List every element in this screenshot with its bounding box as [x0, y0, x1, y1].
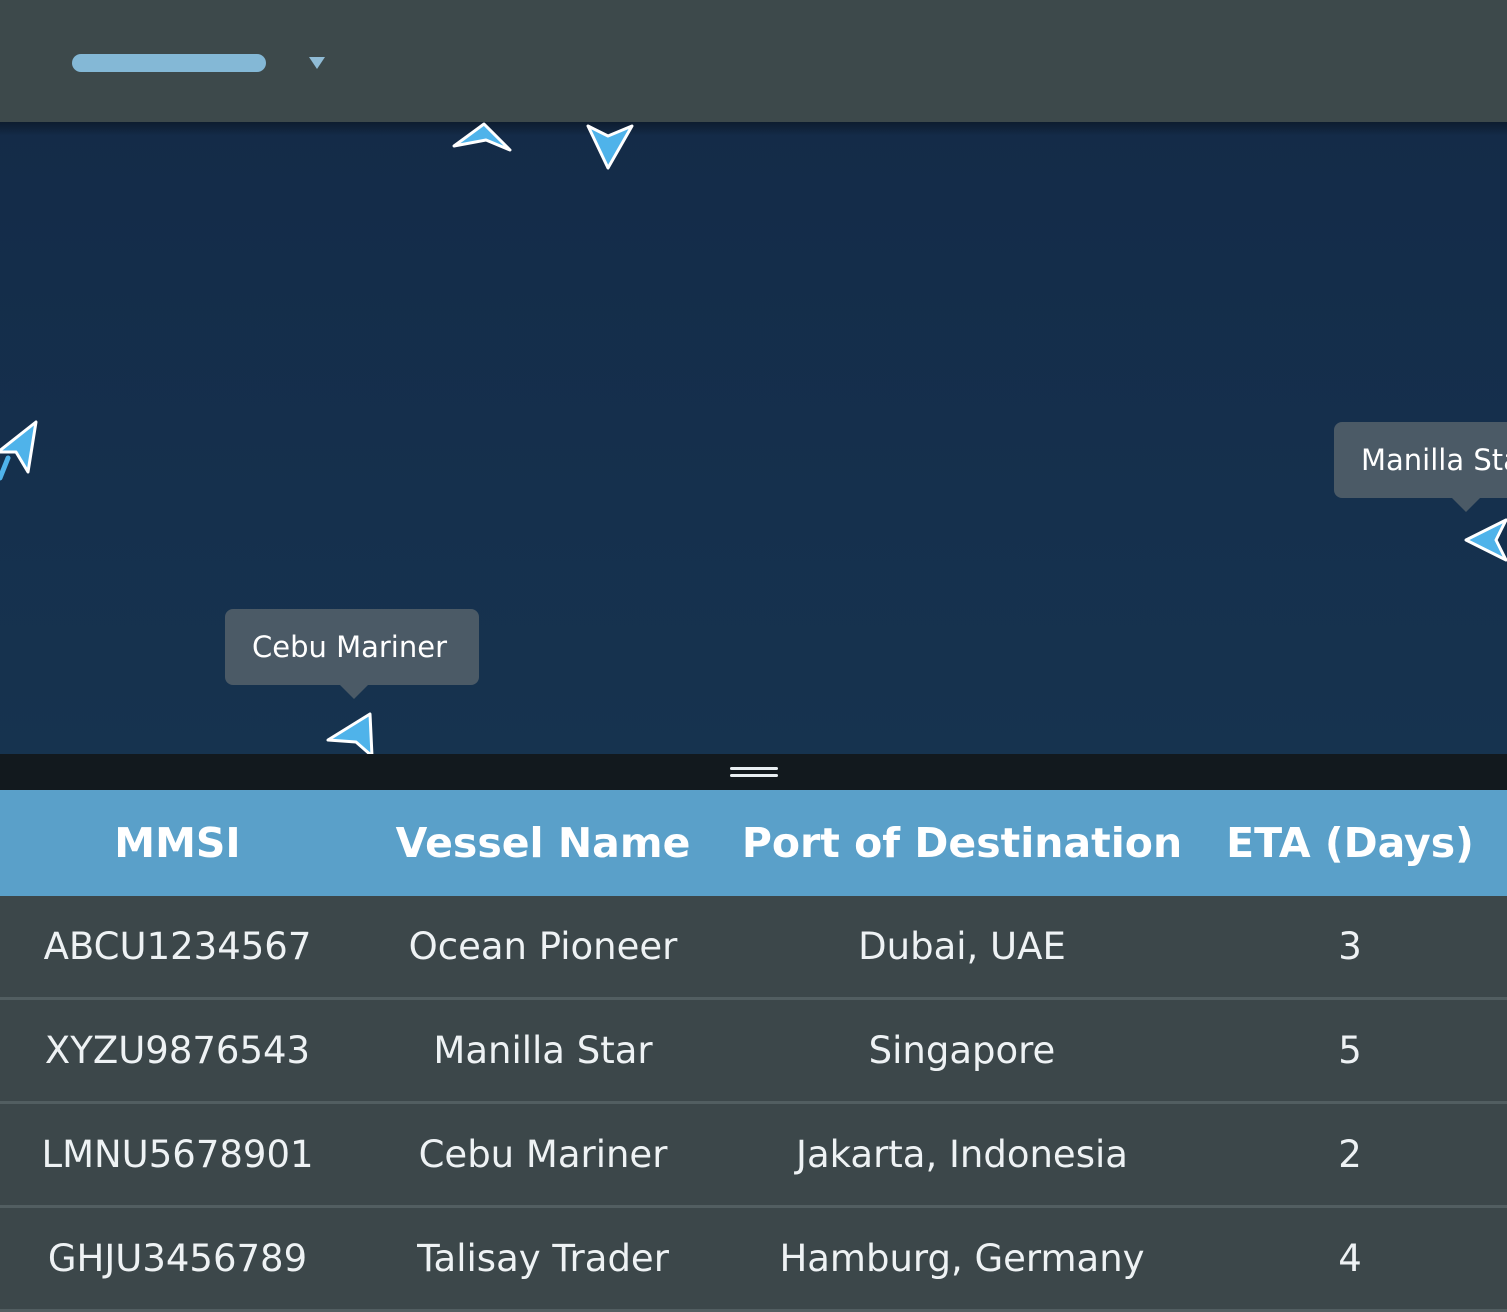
- vessel-marker-icon[interactable]: [0, 418, 44, 482]
- table-row[interactable]: ABCU1234567 Ocean Pioneer Dubai, UAE 3: [0, 896, 1507, 1000]
- cell-port: Hamburg, Germany: [779, 1237, 1145, 1280]
- column-header-mmsi[interactable]: MMSI: [0, 819, 355, 867]
- column-header-port[interactable]: Port of Destination: [731, 819, 1193, 867]
- cell-eta: 5: [1338, 1029, 1362, 1072]
- vessel-marker-icon[interactable]: [450, 122, 514, 154]
- panel-splitter[interactable]: [0, 754, 1507, 790]
- cell-port: Dubai, UAE: [858, 925, 1066, 968]
- cell-port: Singapore: [868, 1029, 1056, 1072]
- vessel-marker-icon[interactable]: [322, 710, 378, 754]
- cell-mmsi: ABCU1234567: [43, 925, 312, 968]
- chevron-down-icon[interactable]: [307, 55, 327, 71]
- callout-label: Cebu Mariner: [252, 630, 448, 664]
- table-row[interactable]: LMNU5678901 Cebu Mariner Jakarta, Indone…: [0, 1104, 1507, 1208]
- cell-vessel-name: Talisay Trader: [417, 1237, 669, 1280]
- cell-port: Jakarta, Indonesia: [796, 1133, 1128, 1176]
- table-header: MMSI Vessel Name Port of Destination ETA…: [0, 790, 1507, 896]
- vessel-selector-placeholder[interactable]: [72, 54, 266, 72]
- cell-vessel-name: Ocean Pioneer: [408, 925, 678, 968]
- top-bar: [0, 0, 1507, 122]
- vessel-map[interactable]: Cebu Mariner Manilla Star: [0, 122, 1507, 754]
- cell-mmsi: LMNU5678901: [41, 1133, 314, 1176]
- callout-label: Manilla Star: [1361, 443, 1507, 477]
- vessel-callout: Manilla Star: [1334, 422, 1507, 512]
- cell-vessel-name: Manilla Star: [433, 1029, 653, 1072]
- vessel-marker-icon[interactable]: [584, 122, 636, 174]
- column-header-eta[interactable]: ETA (Days): [1193, 819, 1507, 867]
- vessel-marker-icon[interactable]: [1460, 514, 1507, 564]
- cell-mmsi: GHJU3456789: [47, 1237, 308, 1280]
- vessel-table: MMSI Vessel Name Port of Destination ETA…: [0, 790, 1507, 1312]
- table-row[interactable]: XYZU9876543 Manilla Star Singapore 5: [0, 1000, 1507, 1104]
- resize-handle-icon[interactable]: [730, 767, 778, 777]
- cell-eta: 2: [1338, 1133, 1362, 1176]
- cell-mmsi: XYZU9876543: [44, 1029, 311, 1072]
- cell-eta: 3: [1338, 925, 1362, 968]
- cell-vessel-name: Cebu Mariner: [418, 1133, 668, 1176]
- table-row[interactable]: GHJU3456789 Talisay Trader Hamburg, Germ…: [0, 1208, 1507, 1312]
- cell-eta: 4: [1338, 1237, 1362, 1280]
- vessel-callout: Cebu Mariner: [225, 609, 479, 699]
- column-header-vessel-name[interactable]: Vessel Name: [355, 819, 731, 867]
